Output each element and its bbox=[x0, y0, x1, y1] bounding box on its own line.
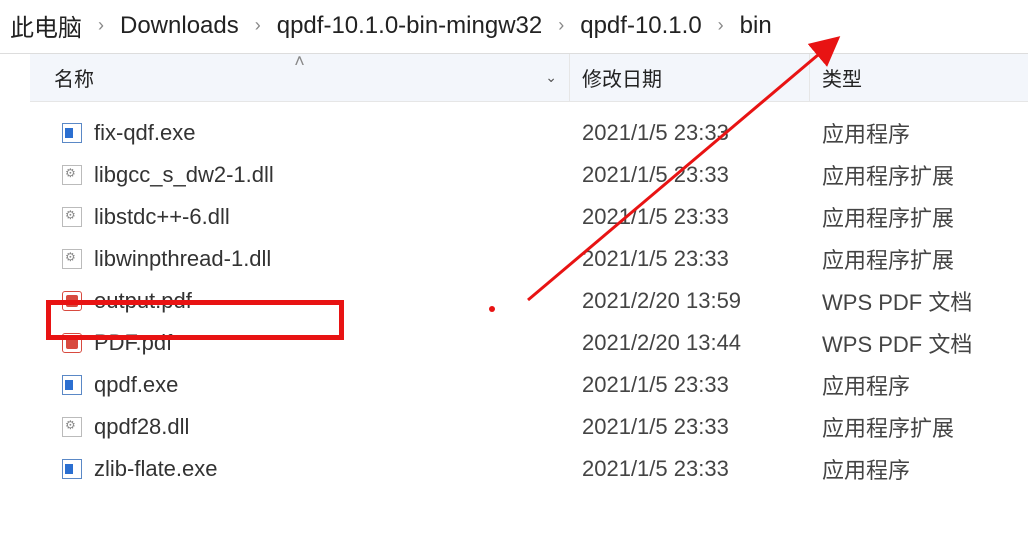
column-header-name[interactable]: ˄ 名称 ⌄ bbox=[30, 54, 570, 101]
file-date: 2021/1/5 23:33 bbox=[570, 246, 810, 272]
exe-icon bbox=[62, 375, 82, 395]
file-name-cell: fix-qdf.exe bbox=[30, 120, 570, 146]
file-date: 2021/2/20 13:59 bbox=[570, 288, 810, 314]
file-name-cell: libwinpthread-1.dll bbox=[30, 246, 570, 272]
file-name: libwinpthread-1.dll bbox=[94, 246, 271, 272]
chevron-right-icon: › bbox=[245, 15, 271, 36]
file-name-cell: PDF.pdf bbox=[30, 330, 570, 356]
file-name: qpdf.exe bbox=[94, 372, 178, 398]
pdf-icon bbox=[62, 291, 82, 311]
column-header-label: 类型 bbox=[822, 63, 862, 92]
file-type: 应用程序扩展 bbox=[810, 411, 1028, 443]
exe-icon bbox=[62, 459, 82, 479]
dll-icon bbox=[62, 417, 82, 437]
file-name-cell: libstdc++-6.dll bbox=[30, 204, 570, 230]
file-row[interactable]: fix-qdf.exe 2021/1/5 23:33 应用程序 bbox=[30, 112, 1028, 154]
dll-icon bbox=[62, 249, 82, 269]
file-date: 2021/1/5 23:33 bbox=[570, 204, 810, 230]
file-type: 应用程序扩展 bbox=[810, 159, 1028, 191]
file-type: 应用程序 bbox=[810, 453, 1028, 485]
file-date: 2021/1/5 23:33 bbox=[570, 456, 810, 482]
breadcrumb-item[interactable]: 此电脑 bbox=[4, 8, 88, 43]
dll-icon bbox=[62, 207, 82, 227]
file-type: 应用程序 bbox=[810, 117, 1028, 149]
file-date: 2021/1/5 23:33 bbox=[570, 162, 810, 188]
chevron-right-icon: › bbox=[88, 15, 114, 36]
file-date: 2021/2/20 13:44 bbox=[570, 330, 810, 356]
exe-icon bbox=[62, 123, 82, 143]
pdf-icon bbox=[62, 333, 82, 353]
column-header-label: 名称 bbox=[54, 63, 94, 92]
dll-icon bbox=[62, 165, 82, 185]
file-date: 2021/1/5 23:33 bbox=[570, 372, 810, 398]
file-row[interactable]: zlib-flate.exe 2021/1/5 23:33 应用程序 bbox=[30, 448, 1028, 490]
file-row[interactable]: PDF.pdf 2021/2/20 13:44 WPS PDF 文档 bbox=[30, 322, 1028, 364]
file-name: output.pdf bbox=[94, 288, 192, 314]
file-list: fix-qdf.exe 2021/1/5 23:33 应用程序 libgcc_s… bbox=[30, 112, 1028, 490]
file-name: libstdc++-6.dll bbox=[94, 204, 230, 230]
file-row[interactable]: libgcc_s_dw2-1.dll 2021/1/5 23:33 应用程序扩展 bbox=[30, 154, 1028, 196]
chevron-down-icon[interactable]: ⌄ bbox=[545, 69, 557, 86]
file-name: libgcc_s_dw2-1.dll bbox=[94, 162, 274, 188]
chevron-right-icon: › bbox=[708, 15, 734, 36]
file-row[interactable]: output.pdf 2021/2/20 13:59 WPS PDF 文档 bbox=[30, 280, 1028, 322]
file-name-cell: qpdf28.dll bbox=[30, 414, 570, 440]
file-row[interactable]: libwinpthread-1.dll 2021/1/5 23:33 应用程序扩… bbox=[30, 238, 1028, 280]
breadcrumb: 此电脑 › Downloads › qpdf-10.1.0-bin-mingw3… bbox=[0, 0, 1028, 54]
file-name: zlib-flate.exe bbox=[94, 456, 218, 482]
column-headers: ˄ 名称 ⌄ 修改日期 类型 bbox=[30, 54, 1028, 102]
file-name: qpdf28.dll bbox=[94, 414, 189, 440]
file-date: 2021/1/5 23:33 bbox=[570, 120, 810, 146]
file-type: 应用程序扩展 bbox=[810, 243, 1028, 275]
column-header-date[interactable]: 修改日期 bbox=[570, 54, 810, 101]
file-type: 应用程序扩展 bbox=[810, 201, 1028, 233]
breadcrumb-item[interactable]: qpdf-10.1.0-bin-mingw32 bbox=[271, 12, 549, 40]
file-type: WPS PDF 文档 bbox=[810, 327, 1028, 359]
file-name-cell: output.pdf bbox=[30, 288, 570, 314]
file-name: PDF.pdf bbox=[94, 330, 172, 356]
sort-ascending-icon: ˄ bbox=[294, 54, 305, 68]
file-row[interactable]: qpdf.exe 2021/1/5 23:33 应用程序 bbox=[30, 364, 1028, 406]
breadcrumb-item[interactable]: Downloads bbox=[114, 12, 245, 40]
file-date: 2021/1/5 23:33 bbox=[570, 414, 810, 440]
file-row[interactable]: qpdf28.dll 2021/1/5 23:33 应用程序扩展 bbox=[30, 406, 1028, 448]
file-name: fix-qdf.exe bbox=[94, 120, 196, 146]
column-header-type[interactable]: 类型 bbox=[810, 54, 1028, 101]
file-type: WPS PDF 文档 bbox=[810, 285, 1028, 317]
breadcrumb-item[interactable]: bin bbox=[734, 12, 778, 40]
breadcrumb-item[interactable]: qpdf-10.1.0 bbox=[574, 12, 707, 40]
chevron-right-icon: › bbox=[548, 15, 574, 36]
column-header-label: 修改日期 bbox=[582, 63, 662, 92]
file-type: 应用程序 bbox=[810, 369, 1028, 401]
file-name-cell: libgcc_s_dw2-1.dll bbox=[30, 162, 570, 188]
file-name-cell: qpdf.exe bbox=[30, 372, 570, 398]
file-row[interactable]: libstdc++-6.dll 2021/1/5 23:33 应用程序扩展 bbox=[30, 196, 1028, 238]
file-name-cell: zlib-flate.exe bbox=[30, 456, 570, 482]
